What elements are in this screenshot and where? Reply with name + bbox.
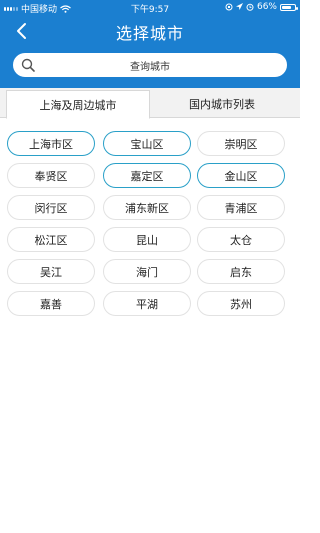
city-chip[interactable]: 平湖	[103, 291, 191, 316]
page-title: 选择城市	[115, 24, 184, 43]
tab-domestic-cities[interactable]: 国内城市列表	[150, 90, 294, 118]
city-chip[interactable]: 青浦区	[197, 195, 285, 220]
city-chip[interactable]: 浦东新区	[103, 195, 191, 220]
city-chip[interactable]: 吴江	[7, 259, 95, 284]
city-chip[interactable]: 上海市区	[7, 131, 95, 156]
search-input[interactable]: 查询城市	[13, 53, 287, 77]
battery-icon	[280, 3, 298, 11]
city-chip[interactable]: 崇明区	[197, 131, 285, 156]
tab-bar: 上海及周边城市 国内城市列表	[0, 88, 300, 119]
tab-shanghai-nearby[interactable]: 上海及周边城市	[6, 90, 150, 119]
location-icon	[235, 3, 243, 10]
status-right: 66%	[225, 2, 298, 12]
rotation-lock-icon	[225, 3, 233, 11]
search-placeholder: 查询城市	[130, 62, 170, 73]
city-chip[interactable]: 金山区	[197, 163, 285, 188]
city-chip[interactable]: 奉贤区	[7, 163, 95, 188]
city-chip[interactable]: 太仓	[197, 227, 285, 252]
city-chip[interactable]: 宝山区	[103, 131, 191, 156]
status-bar: 中国移动 下午9:57 66%	[0, 0, 300, 15]
city-chip[interactable]: 嘉善	[7, 291, 95, 316]
alarm-icon	[246, 3, 254, 11]
city-chip[interactable]: 嘉定区	[103, 163, 191, 188]
battery-percent: 66%	[256, 2, 277, 12]
city-chip[interactable]: 苏州	[197, 291, 285, 316]
city-chip[interactable]: 闵行区	[7, 195, 95, 220]
city-chip[interactable]: 启东	[197, 259, 285, 284]
header-bar: 中国移动 下午9:57 66% 选择城市 查询城市	[0, 0, 300, 88]
city-chip[interactable]: 海门	[103, 259, 191, 284]
city-chip[interactable]: 松江区	[7, 227, 95, 252]
city-chip[interactable]: 昆山	[103, 227, 191, 252]
